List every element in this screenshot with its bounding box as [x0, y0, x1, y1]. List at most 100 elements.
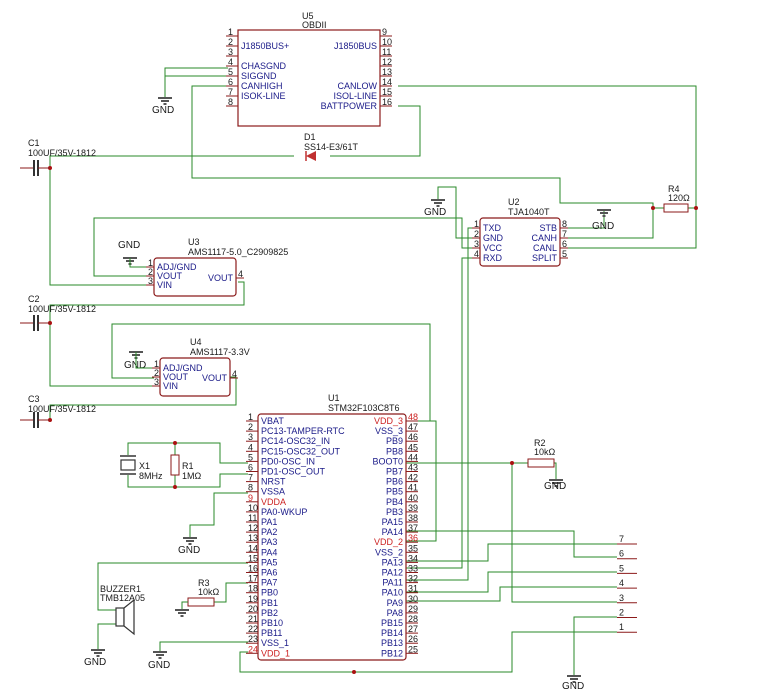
- u1-pin-number: 43: [408, 463, 418, 473]
- u1-value: STM32F103C8T6: [328, 403, 400, 413]
- u1-pin-name: PA10: [382, 588, 403, 598]
- u1-pin-name: PA6: [261, 568, 277, 578]
- wire-hdr-2: [573, 616, 617, 676]
- u1-microcontroller[interactable]: U1 STM32F103C8T6 1 VBAT2 PC13-TAMPER-RTC3 P…: [246, 393, 418, 661]
- c2-value: 100UF/35V-1812: [28, 304, 96, 314]
- u4-regulator-3v3[interactable]: U4 AMS1117-3.3V 1 ADJ/GND2 VOUT3 VIN4VOUT: [152, 337, 250, 397]
- r1-resistor[interactable]: R1 1MΩ: [170, 454, 202, 481]
- wire-buzzer-gnd: [97, 623, 116, 650]
- u1-pin-name: PB5: [386, 487, 403, 497]
- u2-pin-name: STB: [539, 223, 557, 233]
- schematic-canvas: U5 OBDII 1 2 J1850BUS+ 3 4 CHASGND 5 SIGGND 6 CAN…: [0, 0, 757, 700]
- u1-pin-number: 45: [408, 442, 418, 452]
- u5-obdii-connector[interactable]: U5 OBDII 12 J1850BUS+34 CHASGND5 SIGGND6 CAN…: [226, 11, 392, 127]
- u2-pin-name: VCC: [483, 243, 503, 253]
- u3-regulator-5v[interactable]: U3 AMS1117-5.0_C2909825 1 ADJ/GND2 VOUT3 VI…: [146, 237, 288, 297]
- u5-pin-name: J1850BUS: [334, 41, 377, 51]
- u1-pin-name: VDD_1: [261, 648, 290, 658]
- d1-triangle: [306, 151, 316, 161]
- r3-resistor[interactable]: R3 10kΩ: [181, 578, 220, 610]
- u1-pin-name: PD1-OSC_OUT: [261, 467, 326, 477]
- buzzer1[interactable]: BUZZER1 TMB12A05: [100, 584, 145, 636]
- u4-pin-number: 3: [154, 377, 159, 387]
- u1-pin-name: VSSA: [261, 487, 285, 497]
- u5-pin-number: 1: [228, 27, 233, 37]
- u5-pin-number: 11: [382, 47, 391, 57]
- u1-pin-number: 8: [248, 483, 253, 493]
- header-pin-number: 1: [619, 622, 624, 632]
- u1-pin-name: PA4: [261, 547, 277, 557]
- u1-pin-number: 46: [408, 432, 418, 442]
- u1-pin-name: PA15: [382, 517, 403, 527]
- u4-pin-name: VOUT: [202, 373, 228, 383]
- u5-pin-number: 15: [382, 87, 392, 97]
- wire-r3-gnd: [181, 601, 188, 610]
- u1-pin-number: 23: [248, 634, 258, 644]
- u5-pin-number: 8: [228, 97, 233, 107]
- u5-pin-number: 6: [228, 77, 233, 87]
- u4-value: AMS1117-3.3V: [190, 347, 250, 357]
- u1-pin-number: 1: [248, 412, 253, 422]
- u1-pin-name: VDDA: [261, 497, 286, 507]
- schematic: U5 OBDII 12 J1850BUS+34 CHASGND5 SIGGND6 CAN…: [20, 11, 698, 692]
- u2-pin-number: 2: [474, 229, 479, 239]
- gnd-label: GND: [562, 681, 584, 692]
- c1-capacitor[interactable]: C1 100UF/35V-1812: [20, 138, 96, 176]
- u1-pin-number: 6: [248, 463, 253, 473]
- c2-capacitor[interactable]: C2 100UF/35V-1812: [20, 294, 96, 331]
- u1-pin-number: 36: [408, 533, 418, 543]
- header-pin-number: 7: [619, 534, 624, 544]
- x1-crystal[interactable]: X1 8MHz: [120, 455, 163, 481]
- junction-dot: [510, 461, 514, 465]
- header-pin-number: 4: [619, 578, 624, 588]
- u1-pin-number: 26: [408, 634, 418, 644]
- u1-pin-name: VDD_3: [374, 416, 403, 426]
- d1-diode[interactable]: D1 SS14-E3/61T: [304, 132, 359, 161]
- pin-header[interactable]: 7 6 5 4 3 2 1: [617, 534, 637, 633]
- u1-pin-number: 10: [248, 503, 258, 513]
- gnd-label: GND: [118, 240, 140, 251]
- gnd-label: GND: [424, 207, 446, 218]
- u4-pin-number: 4: [232, 369, 237, 379]
- u5-value: OBDII: [302, 20, 327, 30]
- u1-pin-name: PB3: [386, 507, 403, 517]
- u5-pin-name: CANHIGH: [241, 81, 283, 91]
- u2-pin-number: 4: [474, 249, 479, 259]
- u1-pin-number: 47: [408, 422, 418, 432]
- r4-resistor[interactable]: R4 120Ω: [663, 184, 690, 213]
- u1-pin-name: PA11: [382, 578, 403, 588]
- u1-pin-number: 38: [408, 513, 418, 523]
- u2-pin-name: CANH: [531, 233, 557, 243]
- u3-value: AMS1117-5.0_C2909825: [188, 247, 288, 257]
- gnd-label: GND: [178, 545, 200, 556]
- u1-pin-name: PA1: [261, 517, 277, 527]
- u4-ref: U4: [190, 337, 202, 347]
- u5-pin-number: 3: [228, 47, 233, 57]
- u1-pin-number: 28: [408, 614, 418, 624]
- u3-pin-number: 4: [238, 269, 243, 279]
- u1-pin-name: VSS_2: [375, 547, 403, 557]
- u5-pin-number: 10: [382, 37, 392, 47]
- r3-value: 10kΩ: [198, 587, 220, 597]
- u2-ref: U2: [508, 197, 520, 207]
- wire-hdr-5: [404, 571, 617, 593]
- x1-value: 8MHz: [139, 471, 163, 481]
- u1-pin-number: 25: [408, 644, 418, 654]
- r2-resistor[interactable]: R2 10kΩ: [527, 438, 556, 468]
- u2-pin-name: GND: [483, 233, 504, 243]
- u1-pin-number: 48: [408, 412, 418, 422]
- u5-pin-name: J1850BUS+: [241, 41, 289, 51]
- u1-pin-number: 18: [248, 584, 258, 594]
- u2-can-transceiver[interactable]: U2 TJA1040T 1 TXD 2 GND 3 VCC 4 RXD 8 STB 7 CANH 6 CA…: [472, 197, 568, 267]
- u1-pin-number: 29: [408, 604, 418, 614]
- u5-pin-number: 16: [382, 97, 392, 107]
- u5-pin-number: 14: [382, 77, 392, 87]
- header-pin-number: 5: [619, 563, 624, 573]
- c3-capacitor[interactable]: C3 100UF/35V-1812: [20, 394, 96, 428]
- u1-pin-number: 11: [248, 513, 257, 523]
- u1-pin-name: PA9: [387, 598, 403, 608]
- junction-dot: [173, 441, 177, 445]
- u1-pin-number: 42: [408, 473, 418, 483]
- u1-pin-name: BOOT0: [372, 456, 403, 466]
- u5-pin-number: 7: [228, 87, 233, 97]
